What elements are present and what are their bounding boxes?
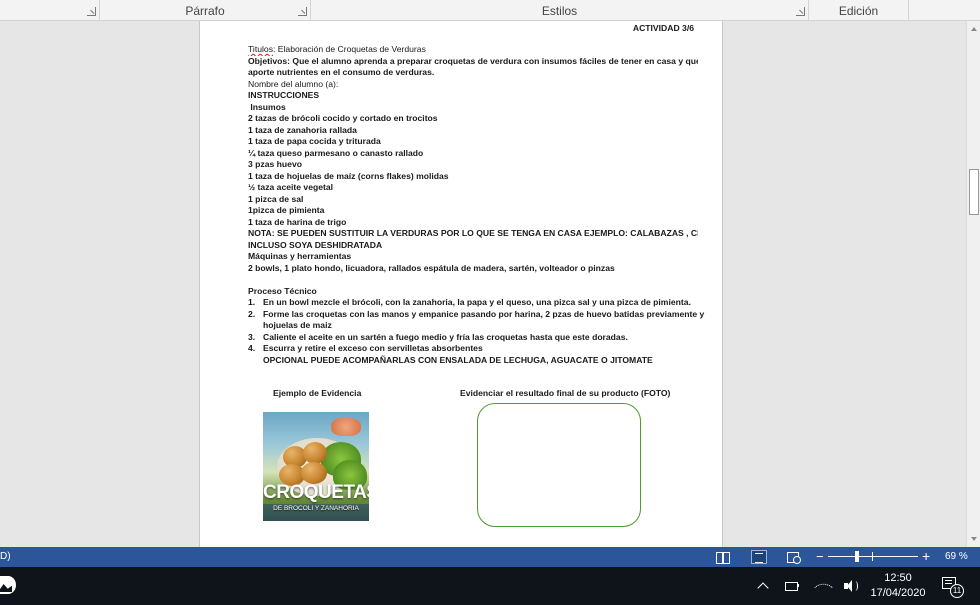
croqueta-shape [301, 462, 327, 484]
note-line-2: INCLUSO SOYA DESHIDRATADA [248, 239, 383, 250]
activity-number: ACTIVIDAD 3/6 [632, 23, 694, 33]
ribbon-group-fuente [0, 0, 100, 21]
title-text: : Elaboración de Croquetas de Verduras [273, 44, 426, 54]
ribbon-group-parrafo: Párrafo [100, 0, 311, 21]
ribbon-group-label: Estilos [541, 4, 578, 18]
ingredient-item: 2 tazas de brócoli cocido y cortado en t… [248, 113, 438, 123]
sauce-bowl-shape [331, 418, 361, 436]
process-step: 2. Forme las croquetas con las manos y em… [248, 308, 705, 319]
clock-time: 12:50 [884, 572, 912, 584]
process-heading: Proceso Técnico [248, 285, 317, 296]
wifi-icon[interactable] [816, 579, 830, 593]
ribbon-group-label: Párrafo [185, 4, 225, 18]
process-step: 4. Escurra y retire el exceso con servill… [248, 343, 483, 353]
ingredient-item: 1 pizca de sal [248, 193, 304, 204]
croqueta-shape [303, 442, 327, 464]
document-workspace[interactable]: ACTIVIDAD 3/6 Titulos: Elaboración de Cr… [0, 21, 966, 547]
ingredient-item: 3 pzas huevo [248, 159, 302, 169]
taskbar-clock[interactable]: 12:50 17/04/2020 [868, 571, 928, 601]
photo-subtitle: DE BROCOLI Y ZANAHORIA [273, 505, 359, 512]
process-step-continuation: hojuelas de maiz [263, 320, 332, 330]
title-line: Titulos: Elaboración de Croquetas de Ver… [248, 44, 698, 56]
croquetas-example-photo[interactable]: CROQUETAS DE BROCOLI Y ZANAHORIA [263, 412, 369, 521]
zoom-in-button[interactable]: + [922, 548, 930, 564]
document-body[interactable]: Titulos: Elaboración de Croquetas de Ver… [248, 44, 705, 366]
clock-date: 17/04/2020 [870, 587, 926, 599]
process-step: 1. En un bowl mezcle el brócoli, con la z… [248, 297, 691, 307]
print-layout-icon[interactable] [751, 550, 767, 564]
insumos-heading: Insumos [248, 101, 286, 112]
scroll-down-icon[interactable] [971, 537, 977, 541]
estilos-dialog-launcher-icon[interactable] [796, 7, 805, 16]
pinned-app-icon[interactable] [0, 576, 16, 594]
ingredient-item: 1 taza de harina de trigo [248, 216, 347, 227]
zoom-slider-thumb[interactable] [855, 551, 859, 562]
evidence-example-label: Ejemplo de Evidencia [273, 388, 362, 398]
note-line-1: NOTA: SE PUEDEN SUSTITUIR LA VERDURAS PO… [248, 228, 698, 238]
ingredient-item: ¼ taza queso parmesano o canasto rallado [248, 147, 424, 158]
ribbon-group-edicion: Edición [809, 0, 909, 21]
titulos-word: Titulos [248, 44, 273, 54]
ribbon-group-estilos: Estilos [311, 0, 809, 21]
ingredient-item: ½ taza aceite vegetal [248, 182, 334, 192]
zoom-out-button[interactable]: − [816, 549, 824, 564]
machines-list: 2 bowls, 1 plato hondo, licuadora, ralla… [248, 262, 615, 273]
scrollbar-thumb[interactable] [969, 169, 979, 215]
zoom-slider-center-mark [872, 552, 873, 561]
status-left-text[interactable]: D) [0, 551, 11, 562]
notification-count-badge: 11 [950, 584, 964, 598]
student-name-line: Nombre del alumno (a): [248, 78, 339, 89]
process-steps: 1. En un bowl mezcle el brócoli, con la z… [248, 297, 705, 366]
ingredient-item: 1pizca de pimienta [248, 205, 325, 215]
evidence-photo-frame[interactable] [477, 403, 641, 527]
ingredient-item: 1 taza de zanahoria rallada [248, 124, 357, 135]
fuente-dialog-launcher-icon[interactable] [87, 7, 96, 16]
objectives-line-1: Objetivos: Que el alumno aprenda a prepa… [248, 55, 698, 66]
document-page[interactable]: ACTIVIDAD 3/6 Titulos: Elaboración de Cr… [199, 21, 723, 547]
evidence-instructions-label: Evidenciar el resultado final de su prod… [460, 388, 671, 398]
web-layout-icon[interactable] [787, 551, 801, 564]
taskbar: 12:50 17/04/2020 11 [0, 567, 980, 605]
speaker-icon[interactable] [843, 579, 858, 593]
objectives-line-2: aporte nutrientes en el consumo de verdu… [248, 67, 435, 77]
read-mode-icon[interactable] [716, 551, 730, 564]
battery-icon[interactable] [784, 579, 799, 593]
process-step-continuation: OPCIONAL PUEDE ACOMPAÑARLAS CON ENSALADA… [263, 354, 653, 365]
show-hidden-icons-chevron-icon[interactable] [756, 579, 770, 593]
instructions-heading: INSTRUCCIONES [248, 90, 320, 100]
parrafo-dialog-launcher-icon[interactable] [298, 7, 307, 16]
ribbon-group-labels: Párrafo Estilos Edición [0, 0, 980, 21]
vertical-scrollbar[interactable] [966, 21, 980, 547]
ingredient-item: 1 taza de hojuelas de maíz (corns flakes… [248, 170, 449, 181]
scroll-up-icon[interactable] [971, 27, 977, 31]
ribbon-group-label: Edición [838, 4, 879, 18]
process-step: 3. Caliente el aceite en un sartén a fueg… [248, 331, 628, 342]
zoom-slider[interactable] [828, 556, 918, 557]
photo-title: CROQUETAS [263, 482, 369, 503]
ingredient-item: 1 taza de papa cocida y triturada [248, 136, 381, 146]
machines-heading: Máquinas y herramientas [248, 251, 352, 261]
zoom-percentage[interactable]: 69 % [945, 551, 968, 562]
status-bar: D) − + 69 % [0, 547, 980, 567]
